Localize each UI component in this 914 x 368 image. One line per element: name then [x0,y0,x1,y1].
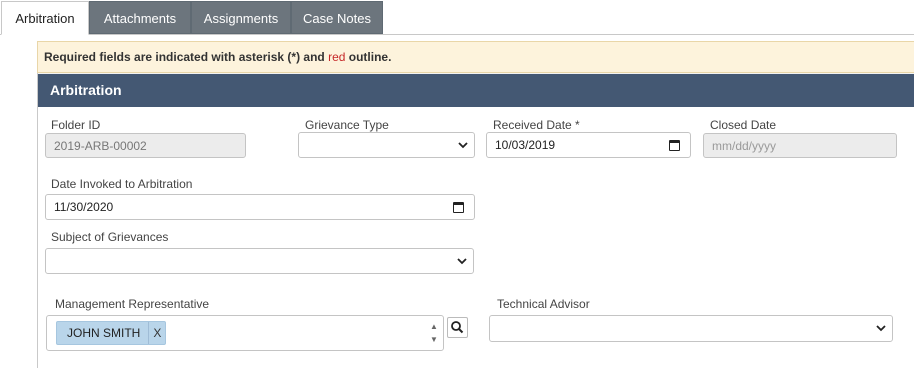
date-invoked-label: Date Invoked to Arbitration [51,177,193,191]
calendar-icon[interactable] [453,202,464,213]
subject-label: Subject of Grievances [51,230,169,244]
notice-red-word: red [328,50,346,64]
folder-id-field: 2019-ARB-00002 [45,133,246,158]
calendar-icon[interactable] [669,140,680,151]
notice-text: Required fields are indicated with aster… [44,50,329,64]
notice-text-end: outline. [345,50,392,64]
closed-date-input: mm/dd/yyyy [703,133,897,158]
required-fields-notice: Required fields are indicated with aster… [37,41,914,73]
tab-attachments[interactable]: Attachments [89,1,191,34]
tab-bar: Arbitration Attachments Assignments Case… [0,0,914,35]
search-icon [451,321,464,334]
date-invoked-input[interactable]: 11/30/2020 [45,194,475,220]
token-label: JOHN SMITH [67,326,141,340]
selected-token: JOHN SMITH X [56,321,167,345]
technical-advisor-label: Technical Advisor [497,297,590,311]
management-rep-field[interactable]: JOHN SMITH X ▲ ▼ [46,315,444,351]
received-date-value: 10/03/2019 [495,138,556,152]
received-date-input[interactable]: 10/03/2019 [486,132,691,158]
scroll-up-icon[interactable]: ▲ [429,320,439,333]
technical-advisor-select[interactable] [489,315,893,342]
remove-token-button[interactable]: X [148,322,161,344]
received-date-label: Received Date * [493,118,580,132]
folder-id-label: Folder ID [51,118,101,132]
scroll-down-icon[interactable]: ▼ [429,333,439,346]
section-title: Arbitration [38,74,914,107]
grievance-type-label: Grievance Type [305,118,389,132]
chevron-down-icon [876,325,886,332]
scroll-arrows[interactable]: ▲ ▼ [429,320,439,346]
management-rep-label: Management Representative [55,297,210,311]
closed-date-label: Closed Date [710,118,777,132]
tab-case-notes[interactable]: Case Notes [291,1,383,34]
subject-select[interactable] [45,248,474,274]
tab-assignments[interactable]: Assignments [191,1,291,34]
grievance-type-select[interactable] [298,132,475,158]
date-invoked-value: 11/30/2020 [54,200,114,214]
chevron-down-icon [458,142,468,149]
tab-arbitration[interactable]: Arbitration [1,1,89,35]
search-button[interactable] [447,317,468,338]
chevron-down-icon [457,258,467,265]
